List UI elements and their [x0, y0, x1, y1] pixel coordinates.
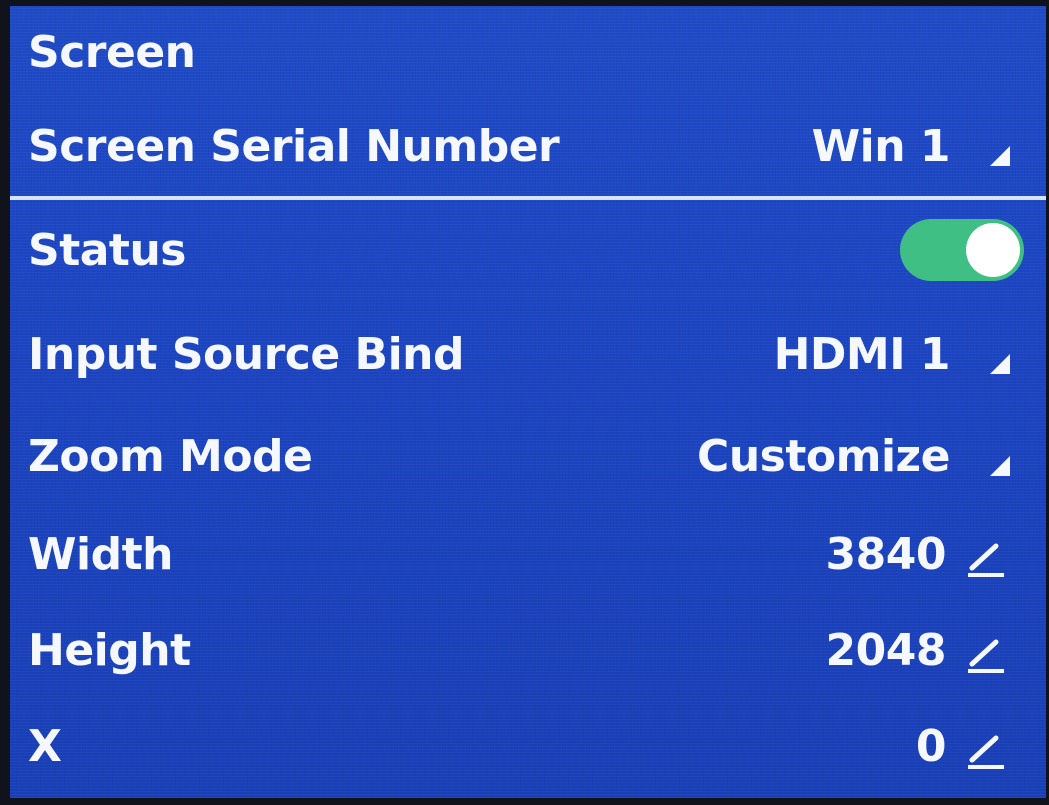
- zoom-mode-row[interactable]: Zoom Mode Customize: [10, 410, 1046, 502]
- height-label: Height: [28, 624, 191, 676]
- input-source-label: Input Source Bind: [28, 328, 465, 380]
- height-value[interactable]: 2048: [826, 625, 947, 676]
- serial-number-row[interactable]: Screen Serial Number Win 1: [10, 100, 1046, 192]
- settings-screen: Screen Screen Serial Number Win 1 Status…: [10, 6, 1046, 798]
- zoom-mode-value[interactable]: Customize: [697, 431, 950, 482]
- x-label: X: [28, 720, 62, 772]
- status-toggle[interactable]: [900, 219, 1024, 281]
- dropdown-triangle-icon[interactable]: [990, 354, 1010, 374]
- serial-number-label: Screen Serial Number: [28, 120, 560, 172]
- dropdown-triangle-icon[interactable]: [990, 456, 1010, 476]
- edit-pencil-icon[interactable]: [966, 730, 1006, 770]
- dropdown-triangle-icon[interactable]: [990, 146, 1010, 166]
- header-divider: [10, 196, 1046, 200]
- width-label: Width: [28, 528, 173, 580]
- width-row[interactable]: Width 3840: [10, 508, 1046, 600]
- status-label: Status: [28, 224, 186, 276]
- input-source-row[interactable]: Input Source Bind HDMI 1: [10, 308, 1046, 400]
- header-row: Screen: [10, 6, 1046, 98]
- edit-pencil-icon[interactable]: [966, 538, 1006, 578]
- device-bezel: Screen Screen Serial Number Win 1 Status…: [0, 0, 1049, 805]
- zoom-mode-label: Zoom Mode: [28, 430, 313, 482]
- x-row[interactable]: X 0: [10, 700, 1046, 792]
- status-row[interactable]: Status: [10, 204, 1046, 296]
- input-source-value[interactable]: HDMI 1: [774, 329, 951, 380]
- height-row[interactable]: Height 2048: [10, 604, 1046, 696]
- toggle-knob: [966, 223, 1020, 277]
- width-value[interactable]: 3840: [826, 529, 947, 580]
- page-title: Screen: [28, 26, 196, 78]
- x-value[interactable]: 0: [916, 721, 947, 772]
- serial-number-value[interactable]: Win 1: [812, 121, 951, 172]
- edit-pencil-icon[interactable]: [966, 634, 1006, 674]
